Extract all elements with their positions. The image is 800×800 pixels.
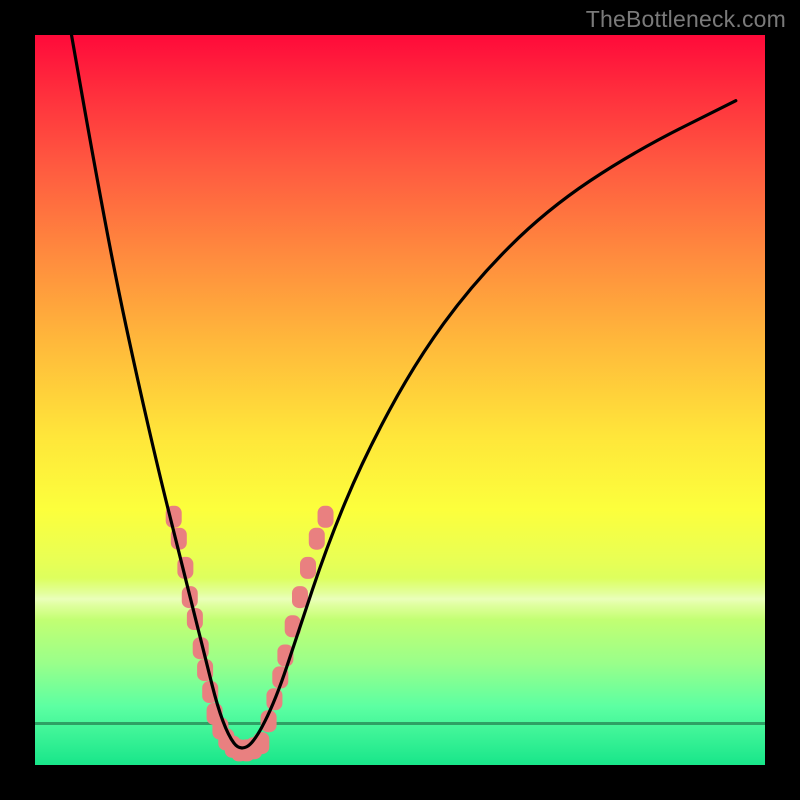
bottleneck-curve — [72, 35, 736, 748]
chart-frame: TheBottleneck.com — [0, 0, 800, 800]
watermark-text: TheBottleneck.com — [586, 6, 786, 33]
scatter-point — [309, 528, 325, 550]
scatter-layer — [166, 506, 334, 762]
scatter-point — [292, 586, 308, 608]
scatter-point — [300, 557, 316, 579]
chart-overlay-svg — [35, 35, 765, 765]
scatter-point — [318, 506, 334, 528]
